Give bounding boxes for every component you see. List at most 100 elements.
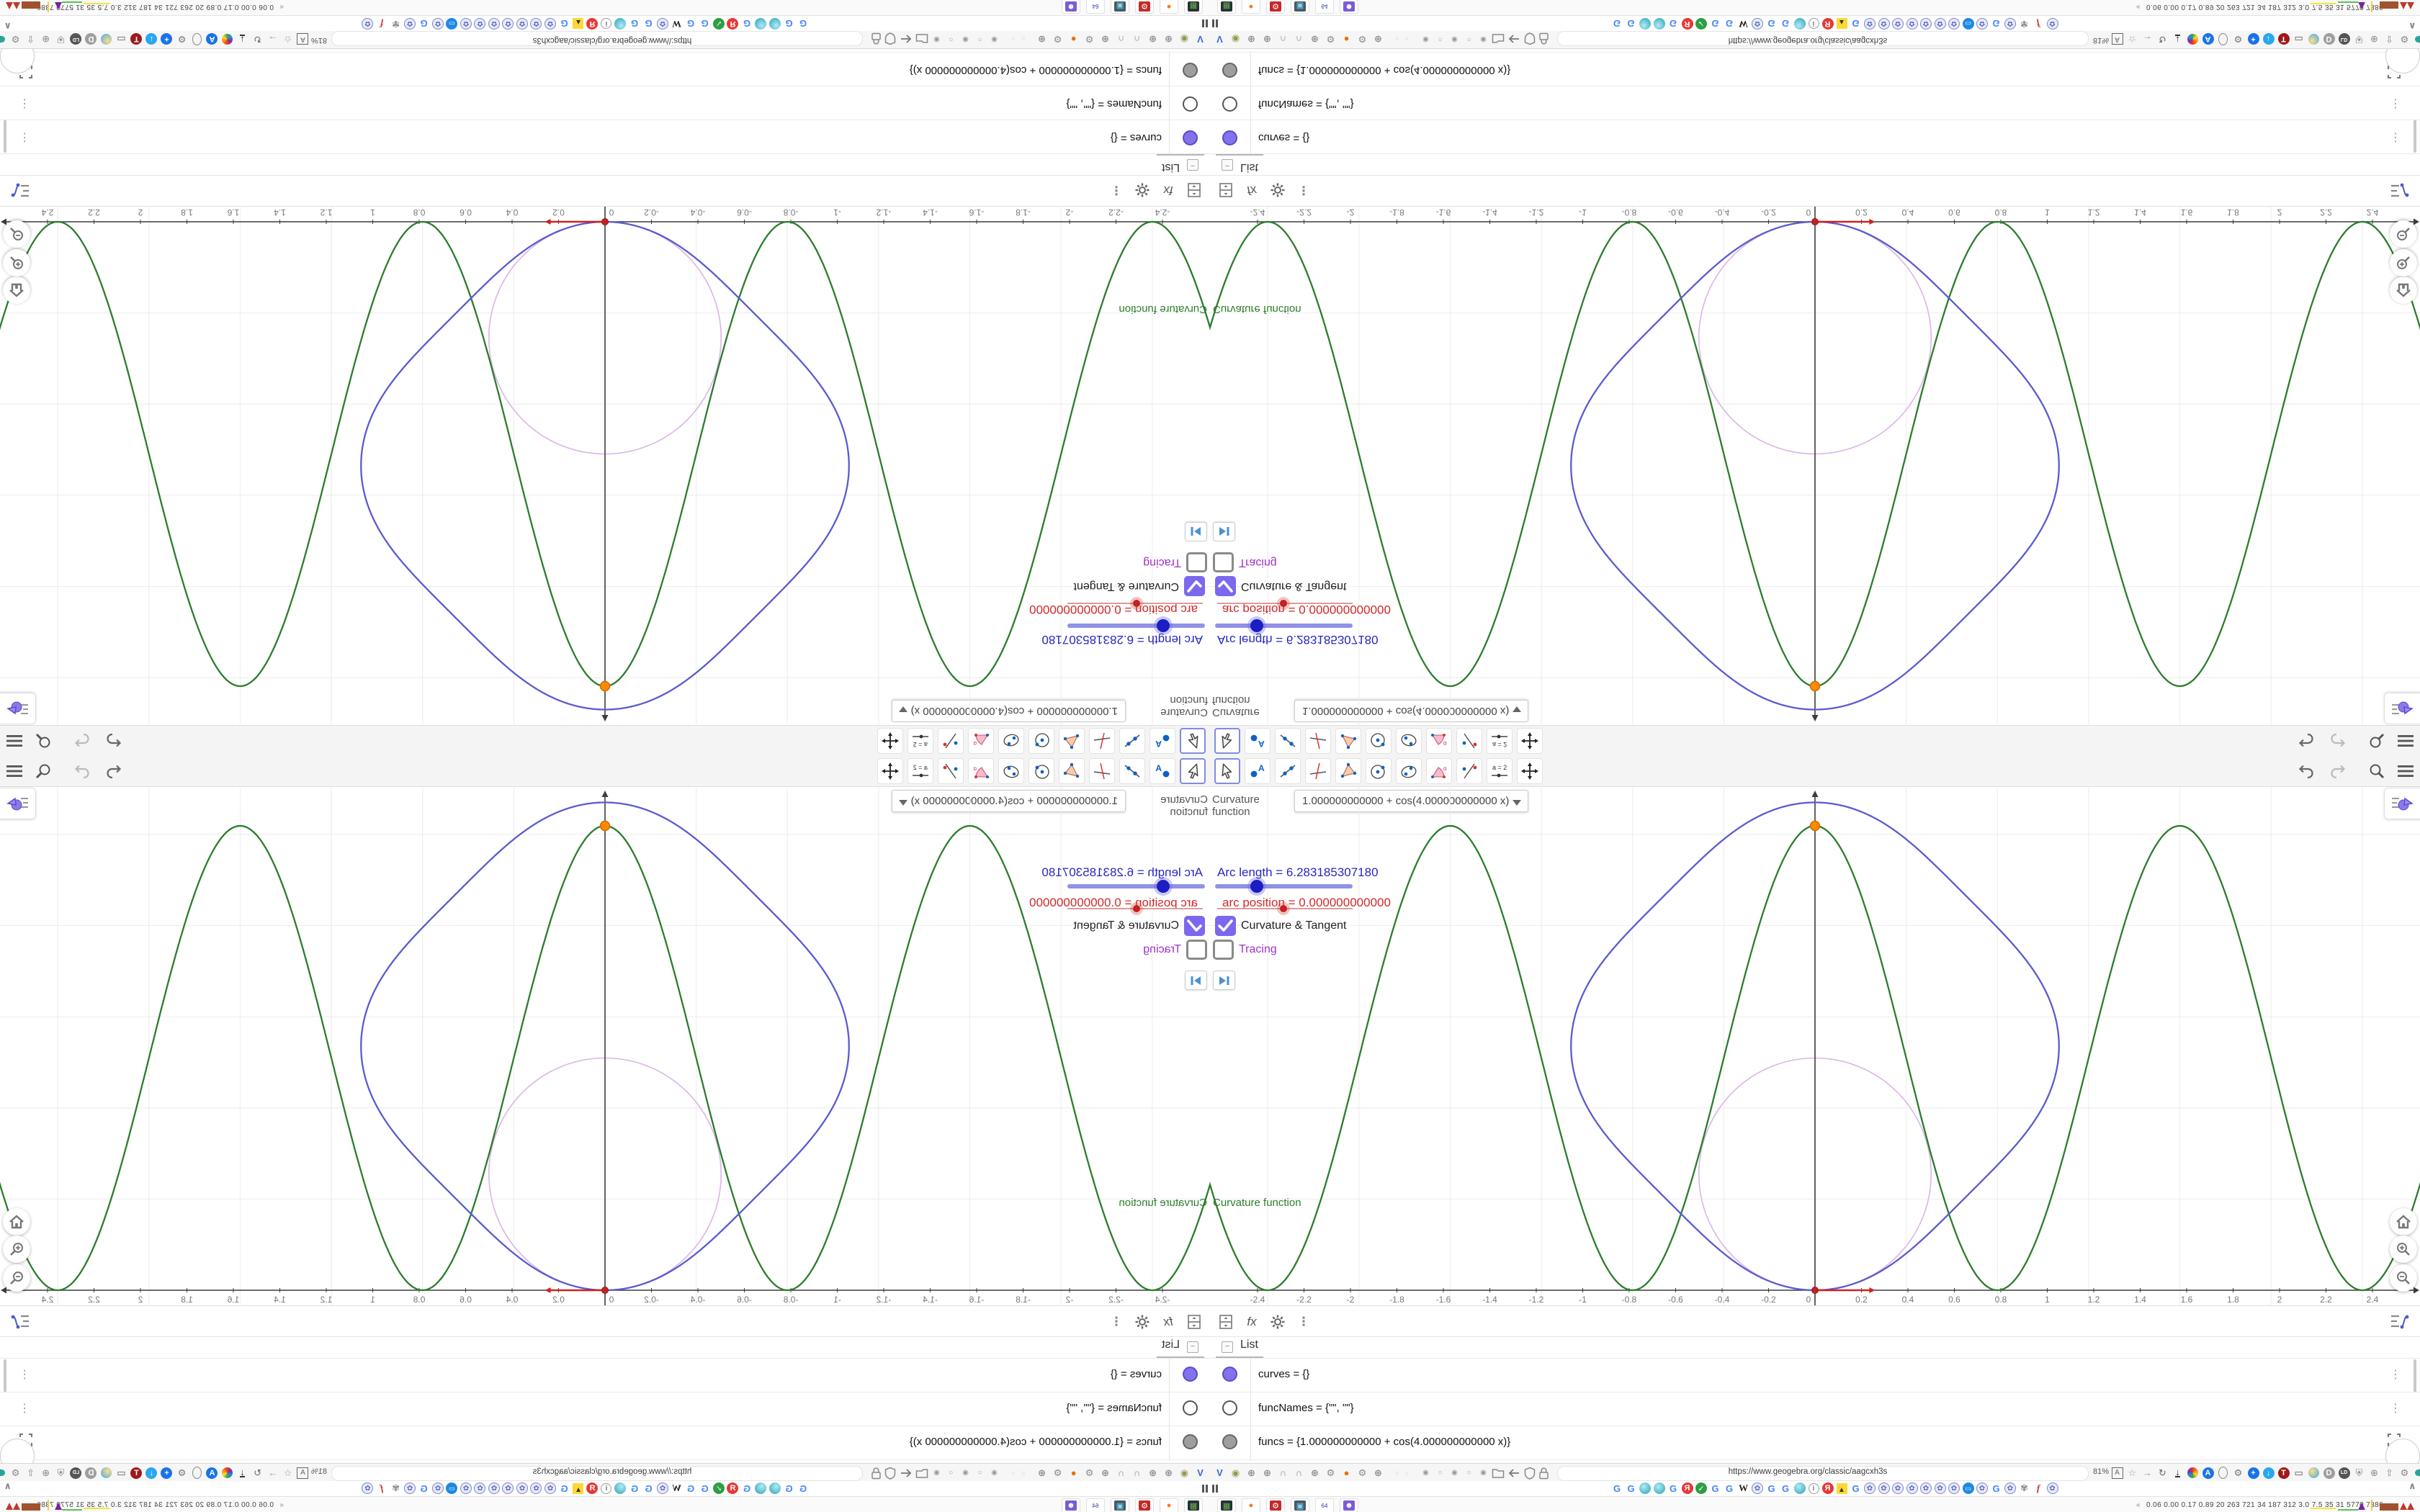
bookmark-favicon-flower[interactable]: ✿ <box>2046 1482 2059 1495</box>
bookmark-favicon-flower[interactable]: ✿ <box>474 1482 487 1495</box>
visibility-marble-purple[interactable] <box>1222 1367 1237 1382</box>
resize-view-button[interactable] <box>1214 1310 1237 1333</box>
ext-pin-icon[interactable]: V <box>1213 1466 1227 1480</box>
bookmark-favicon-flower[interactable]: ✿ <box>1751 17 1764 30</box>
bookmark-favicon-G[interactable]: G <box>783 1482 796 1495</box>
shield-icon[interactable] <box>1523 1466 1536 1480</box>
bookmark-favicon-spiral[interactable]: ✾ <box>2018 17 2031 30</box>
taskbar-app-firefox[interactable]: ● <box>1242 0 1260 14</box>
bookmark-favicon-flower[interactable]: ✿ <box>403 17 416 30</box>
zoom-in-button[interactable] <box>2390 1236 2417 1263</box>
ext-headset-2-icon[interactable]: ∩ <box>1114 32 1128 46</box>
reader-mode-icon[interactable]: A <box>2110 1466 2124 1480</box>
arc-position-point[interactable] <box>601 218 609 225</box>
function-style-button[interactable]: fx <box>1240 179 1263 202</box>
arc-position-point[interactable] <box>1811 1287 1819 1294</box>
curvature-max-point[interactable] <box>1809 680 1821 692</box>
visibility-marble-white[interactable] <box>1222 96 1237 112</box>
reader-mode-icon[interactable]: A <box>296 32 310 46</box>
ext-add-icon[interactable]: + <box>2246 1466 2260 1480</box>
taskbar-app-discord[interactable]: ☻ <box>1340 1498 1358 1512</box>
ext-gear-icon[interactable]: ⚙ <box>1355 32 1369 46</box>
ext-sphere-icon[interactable] <box>2307 32 2321 46</box>
arc-position-point[interactable] <box>1811 218 1819 225</box>
resize-view-button[interactable] <box>1214 179 1237 202</box>
bookmark-favicon-flower[interactable]: ✿ <box>1863 17 1876 30</box>
bookmark-favicon-G[interactable]: G <box>642 1482 655 1495</box>
ext-gear2-icon[interactable]: ⚙ <box>175 32 189 46</box>
taskbar-app-red-tool[interactable]: ⚙ <box>1135 1498 1154 1512</box>
bookmark-favicon-ya[interactable]: Я <box>586 1482 599 1495</box>
chevron-up-icon[interactable]: ∧ <box>4 1480 12 1492</box>
taskbar-app-firefox[interactable]: ● <box>1160 1498 1178 1512</box>
home-button[interactable] <box>2390 1208 2417 1236</box>
bookmark-favicon-G[interactable]: G <box>628 1482 641 1495</box>
tool-point[interactable]: A <box>1150 728 1175 754</box>
home-button[interactable] <box>3 276 30 304</box>
url-text[interactable]: https://www.geogebra.org/classic/aagcxh3… <box>447 1467 778 1476</box>
zoom-out-button[interactable] <box>2390 1264 2417 1292</box>
menu-button[interactable] <box>4 732 24 750</box>
skip-next-button[interactable] <box>1185 971 1207 990</box>
faded-dot-icon[interactable]: ○ <box>1006 1466 1020 1480</box>
function-style-button[interactable]: fx <box>1157 1310 1180 1333</box>
bookmark-favicon-sphere[interactable] <box>1639 1482 1652 1495</box>
taskbar-app-backup64[interactable]: 64 <box>1315 0 1334 14</box>
ext-trash-icon[interactable]: ▭ <box>115 32 128 46</box>
url-text[interactable]: https://www.geogebra.org/classic/aagcxh3… <box>1642 36 1973 45</box>
ext-shield-icon[interactable]: ⛨ <box>2352 1466 2366 1480</box>
algebra-row-text[interactable]: curves = {} <box>1111 1368 1162 1380</box>
tool-reflect[interactable] <box>1456 728 1482 754</box>
bookmark-favicon-flower[interactable]: ✿ <box>656 17 669 30</box>
bookmark-favicon-ya[interactable]: Я <box>1681 1482 1694 1495</box>
resize-view-button[interactable] <box>1183 179 1206 202</box>
bookmark-favicon-flower[interactable]: ✿ <box>1919 17 1932 30</box>
zoom-out-button[interactable] <box>3 220 30 248</box>
taskbar-app-monitor[interactable]: ▣ <box>1291 1498 1309 1512</box>
bookmark-favicon-sphere[interactable] <box>1793 17 1806 30</box>
bookmark-favicon-ya[interactable]: Я <box>727 1482 740 1495</box>
bookmark-favicon-bluechat[interactable]: ▭ <box>446 17 459 30</box>
tracing-checkbox[interactable] <box>1186 940 1207 960</box>
bookmark-favicon-W[interactable]: W <box>1737 17 1750 30</box>
bookmark-favicon-photo[interactable]: ▲ <box>572 17 585 30</box>
ext-brush-icon[interactable] <box>220 32 234 46</box>
ext-globe-4-icon[interactable]: ⊕ <box>1035 1466 1049 1480</box>
bookmark-favicon-G[interactable]: G <box>642 17 655 30</box>
collapse-icon[interactable]: − <box>1187 1341 1198 1353</box>
shield-icon[interactable] <box>884 32 897 46</box>
bookmark-favicon-spiral[interactable]: ✾ <box>390 1482 403 1495</box>
tool-ellipse[interactable] <box>1396 728 1422 754</box>
bookmark-favicon-ya[interactable]: Я <box>727 17 740 30</box>
taskbar-app-code[interactable]: ▦ <box>1217 0 1236 14</box>
ext-add-icon[interactable]: + <box>2246 32 2260 46</box>
taskbar-app-backup64[interactable]: 64 <box>1086 0 1105 14</box>
tool-point[interactable]: A <box>1150 758 1175 784</box>
bookmark-favicon-flower[interactable]: ✿ <box>460 17 472 30</box>
undo-button[interactable] <box>2295 762 2315 780</box>
undo-button[interactable] <box>105 732 125 750</box>
ext-shield-icon[interactable]: ⛨ <box>54 32 68 46</box>
algebra-row-text[interactable]: funcNames = {"", ""} <box>1066 1402 1162 1414</box>
tracing-checkbox[interactable] <box>1213 940 1234 960</box>
ext-ld-icon[interactable]: LD <box>2337 32 2351 46</box>
bookmark-favicon-sphere[interactable] <box>1653 1482 1666 1495</box>
tray-expand-icon[interactable]: « <box>279 1501 284 1509</box>
tray-expand-icon[interactable]: « <box>2136 1501 2141 1509</box>
ext-ld-icon[interactable]: LD <box>2337 1466 2351 1480</box>
algebra-view-button[interactable] <box>8 1310 31 1333</box>
tool-circle[interactable] <box>1028 758 1054 784</box>
ext-globe-icon[interactable]: ⊕ <box>2367 1466 2381 1480</box>
ext-dbox-icon[interactable]: D <box>2322 32 2336 46</box>
menu-button[interactable] <box>2396 732 2416 750</box>
ext-thumb-icon[interactable]: ⇧ <box>2383 32 2396 46</box>
ext-dbox-icon[interactable]: D <box>84 1466 98 1480</box>
bookmark-favicon-G[interactable]: G <box>628 17 641 30</box>
tool-move-graphics-view[interactable] <box>1517 758 1543 784</box>
ext-trash-icon[interactable]: ▭ <box>2292 1466 2305 1480</box>
algebra-row-text[interactable]: funcs = {1.000000000000 + cos(4.00000000… <box>910 64 1162 76</box>
ext-shield-icon[interactable]: ⛨ <box>54 1466 68 1480</box>
ext-tcf-icon[interactable]: T <box>2277 1466 2290 1480</box>
taskbar-app-firefox[interactable]: ● <box>1242 1498 1260 1512</box>
bookmark-favicon-G[interactable]: G <box>699 17 712 30</box>
